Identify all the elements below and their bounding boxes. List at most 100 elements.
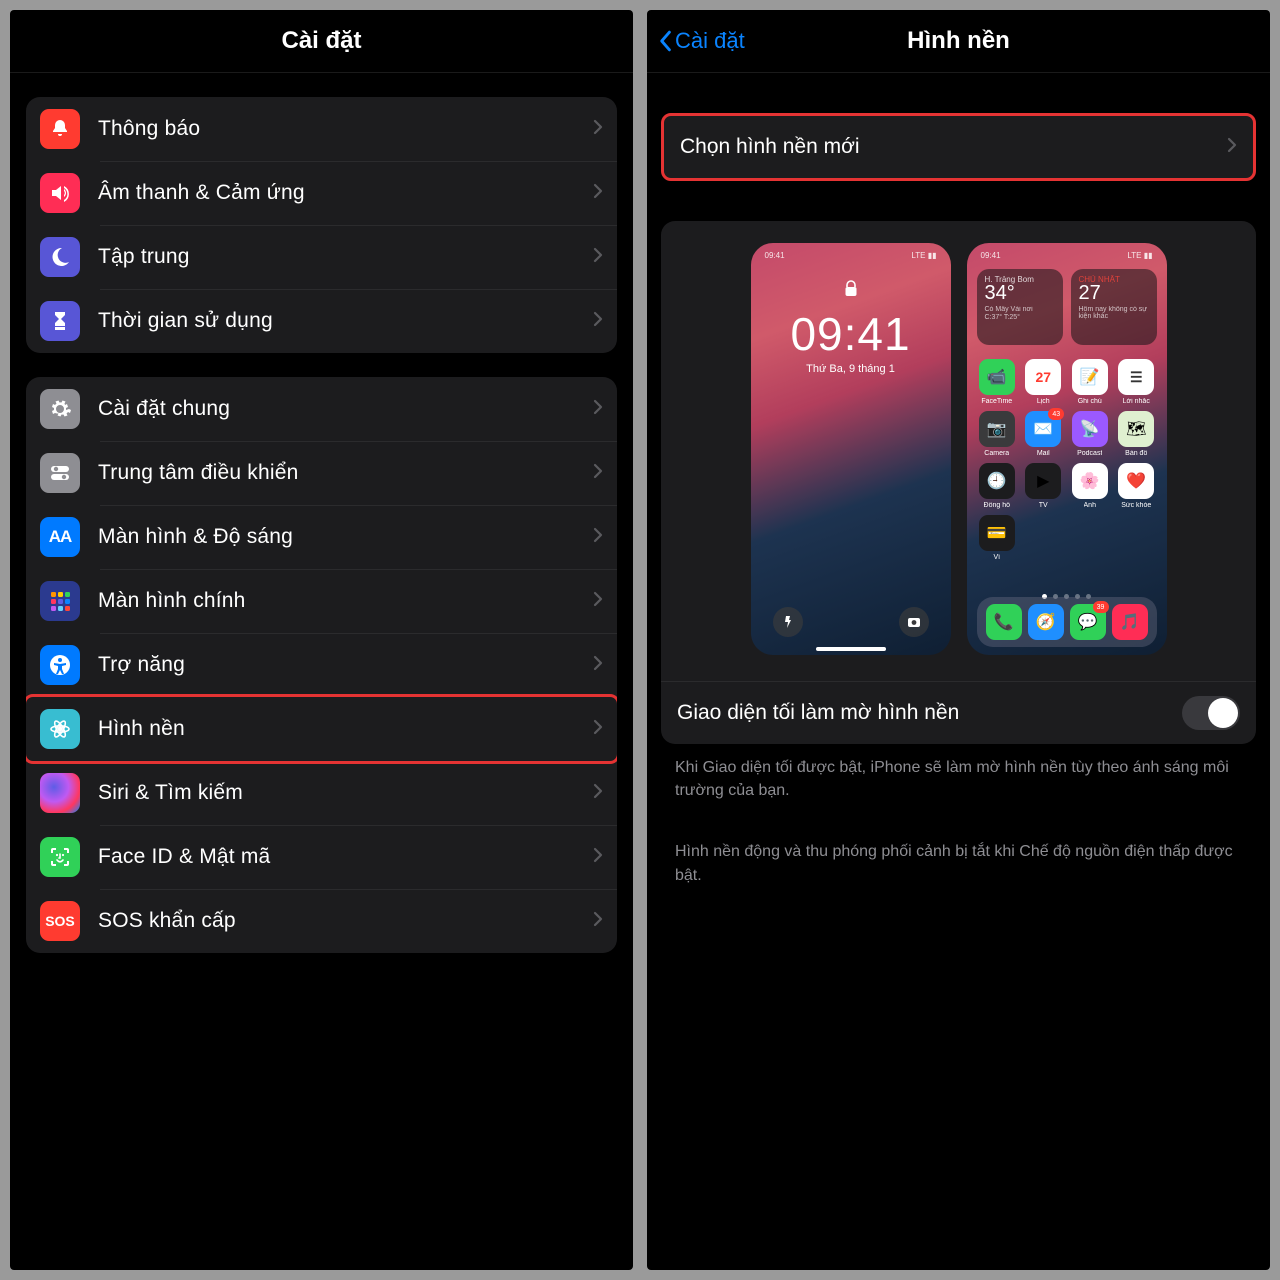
calendar-widget: CHỦ NHẬT 27 Hôm nay không có sự kiện khá…: [1071, 269, 1157, 345]
row-label: Thời gian sử dụng: [98, 309, 593, 333]
chevron-right-icon: [593, 783, 603, 804]
lock-screen-preview[interactable]: 09:41LTE ▮▮ 09:41 Thứ Ba, 9 tháng 1: [751, 243, 951, 655]
row-label: Siri & Tìm kiếm: [98, 781, 593, 805]
switches-icon: [40, 453, 80, 493]
flashlight-icon: [773, 607, 803, 637]
dark-dim-label: Giao diện tối làm mờ hình nền: [677, 701, 1182, 725]
app-Ảnh: 🌸Ảnh: [1070, 463, 1111, 509]
choose-wallpaper-label: Chọn hình nền mới: [680, 135, 1227, 159]
chevron-right-icon: [593, 847, 603, 868]
chevron-right-icon: [593, 311, 603, 332]
settings-row-gear[interactable]: Cài đặt chung: [26, 377, 617, 441]
lock-date: Thứ Ba, 9 tháng 1: [751, 363, 951, 375]
row-label: Hình nền: [98, 717, 593, 741]
wallpaper-screen: Cài đặt Hình nền Chọn hình nền mới 09:41…: [647, 10, 1270, 1270]
dock-app: 🧭: [1028, 604, 1064, 640]
sos-icon: SOS: [40, 901, 80, 941]
row-label: Âm thanh & Cảm ứng: [98, 181, 593, 205]
choose-wallpaper-group: Chọn hình nền mới: [661, 113, 1256, 181]
app-Đồng hồ: 🕘Đồng hồ: [977, 463, 1018, 509]
chevron-right-icon: [593, 719, 603, 740]
bell-icon: [40, 109, 80, 149]
footer-text-1: Khi Giao diện tối được bật, iPhone sẽ là…: [647, 744, 1270, 802]
app-Lời nhắc: ☰Lời nhắc: [1116, 359, 1157, 405]
row-label: Thông báo: [98, 117, 593, 141]
row-label: Màn hình chính: [98, 589, 593, 613]
chevron-right-icon: [593, 463, 603, 484]
app-Lịch: 27Lịch: [1023, 359, 1064, 405]
row-label: Màn hình & Độ sáng: [98, 525, 593, 549]
back-label: Cài đặt: [675, 28, 745, 54]
row-label: Face ID & Mật mã: [98, 845, 593, 869]
chevron-right-icon: [593, 247, 603, 268]
row-label: SOS khẩn cấp: [98, 909, 593, 933]
app-FaceTime: 📹FaceTime: [977, 359, 1018, 405]
settings-row-hourglass[interactable]: Thời gian sử dụng: [26, 289, 617, 353]
settings-row-siri[interactable]: Siri & Tìm kiếm: [26, 761, 617, 825]
chevron-left-icon: [657, 30, 673, 52]
settings-group-2: Cài đặt chung Trung tâm điều khiển AA Màn h…: [26, 377, 617, 953]
footer-text-2: Hình nền động và thu phóng phối cảnh bị …: [647, 828, 1270, 886]
back-button[interactable]: Cài đặt: [657, 10, 745, 72]
wallpaper-preview-group: 09:41LTE ▮▮ 09:41 Thứ Ba, 9 tháng 1 09:4…: [661, 221, 1256, 744]
dark-dim-toggle[interactable]: [1182, 696, 1240, 730]
row-label: Trợ năng: [98, 653, 593, 677]
settings-row-bell[interactable]: Thông báo: [26, 97, 617, 161]
settings-row-sos[interactable]: SOS SOS khẩn cấp: [26, 889, 617, 953]
chevron-right-icon: [593, 591, 603, 612]
camera-icon: [899, 607, 929, 637]
settings-row-moon[interactable]: Tập trung: [26, 225, 617, 289]
dock-app: 🎵: [1112, 604, 1148, 640]
page-title: Cài đặt: [281, 27, 361, 55]
aa-icon: AA: [40, 517, 80, 557]
row-label: Trung tâm điều khiển: [98, 461, 593, 485]
hourglass-icon: [40, 301, 80, 341]
siri-icon: [40, 773, 80, 813]
dock-app: 📞: [986, 604, 1022, 640]
dock: 📞🧭💬39🎵: [977, 597, 1157, 647]
row-label: Tập trung: [98, 245, 593, 269]
app-Podcast: 📡Podcast: [1070, 411, 1111, 457]
home-indicator: [816, 647, 886, 651]
app-Camera: 📷Camera: [977, 411, 1018, 457]
navbar: Cài đặt: [10, 10, 633, 73]
app-TV: ▶TV: [1023, 463, 1064, 509]
speaker-icon: [40, 173, 80, 213]
settings-row-access[interactable]: Trợ năng: [26, 633, 617, 697]
settings-screen: Cài đặt Thông báo Âm thanh & Cảm ứng Tập t…: [10, 10, 633, 1270]
settings-row-aa[interactable]: AA Màn hình & Độ sáng: [26, 505, 617, 569]
settings-row-grid[interactable]: Màn hình chính: [26, 569, 617, 633]
app-Ghi chú: 📝Ghi chú: [1070, 359, 1111, 405]
choose-wallpaper-row[interactable]: Chọn hình nền mới: [664, 116, 1253, 178]
settings-row-speaker[interactable]: Âm thanh & Cảm ứng: [26, 161, 617, 225]
chevron-right-icon: [593, 911, 603, 932]
row-label: Cài đặt chung: [98, 397, 593, 421]
weather-widget: H. Trảng Bom 34° Có Mây Vài nơi C:37° T:…: [977, 269, 1063, 345]
app-Bản đồ: 🗺Bản đồ: [1116, 411, 1157, 457]
settings-row-flower[interactable]: Hình nền: [26, 697, 617, 761]
chevron-right-icon: [593, 399, 603, 420]
chevron-right-icon: [593, 119, 603, 140]
lock-time: 09:41: [751, 307, 951, 361]
settings-row-switches[interactable]: Trung tâm điều khiển: [26, 441, 617, 505]
dark-dim-row[interactable]: Giao diện tối làm mờ hình nền: [661, 681, 1256, 744]
chevron-right-icon: [1227, 137, 1237, 158]
app-Ví: 💳Ví: [977, 515, 1018, 561]
chevron-right-icon: [593, 527, 603, 548]
app-Sức khỏe: ❤️Sức khỏe: [1116, 463, 1157, 509]
navbar: Cài đặt Hình nền: [647, 10, 1270, 73]
home-screen-preview[interactable]: 09:41LTE ▮▮ H. Trảng Bom 34° Có Mây Vài …: [967, 243, 1167, 655]
settings-group-1: Thông báo Âm thanh & Cảm ứng Tập trung Thời…: [26, 97, 617, 353]
dock-app: 💬39: [1070, 604, 1106, 640]
face-icon: [40, 837, 80, 877]
grid-icon: [40, 581, 80, 621]
settings-row-face[interactable]: Face ID & Mật mã: [26, 825, 617, 889]
page-title: Hình nền: [907, 27, 1010, 55]
flower-icon: [40, 709, 80, 749]
moon-icon: [40, 237, 80, 277]
gear-icon: [40, 389, 80, 429]
access-icon: [40, 645, 80, 685]
app-Mail: ✉️43Mail: [1023, 411, 1064, 457]
chevron-right-icon: [593, 655, 603, 676]
lock-icon: [843, 279, 859, 304]
